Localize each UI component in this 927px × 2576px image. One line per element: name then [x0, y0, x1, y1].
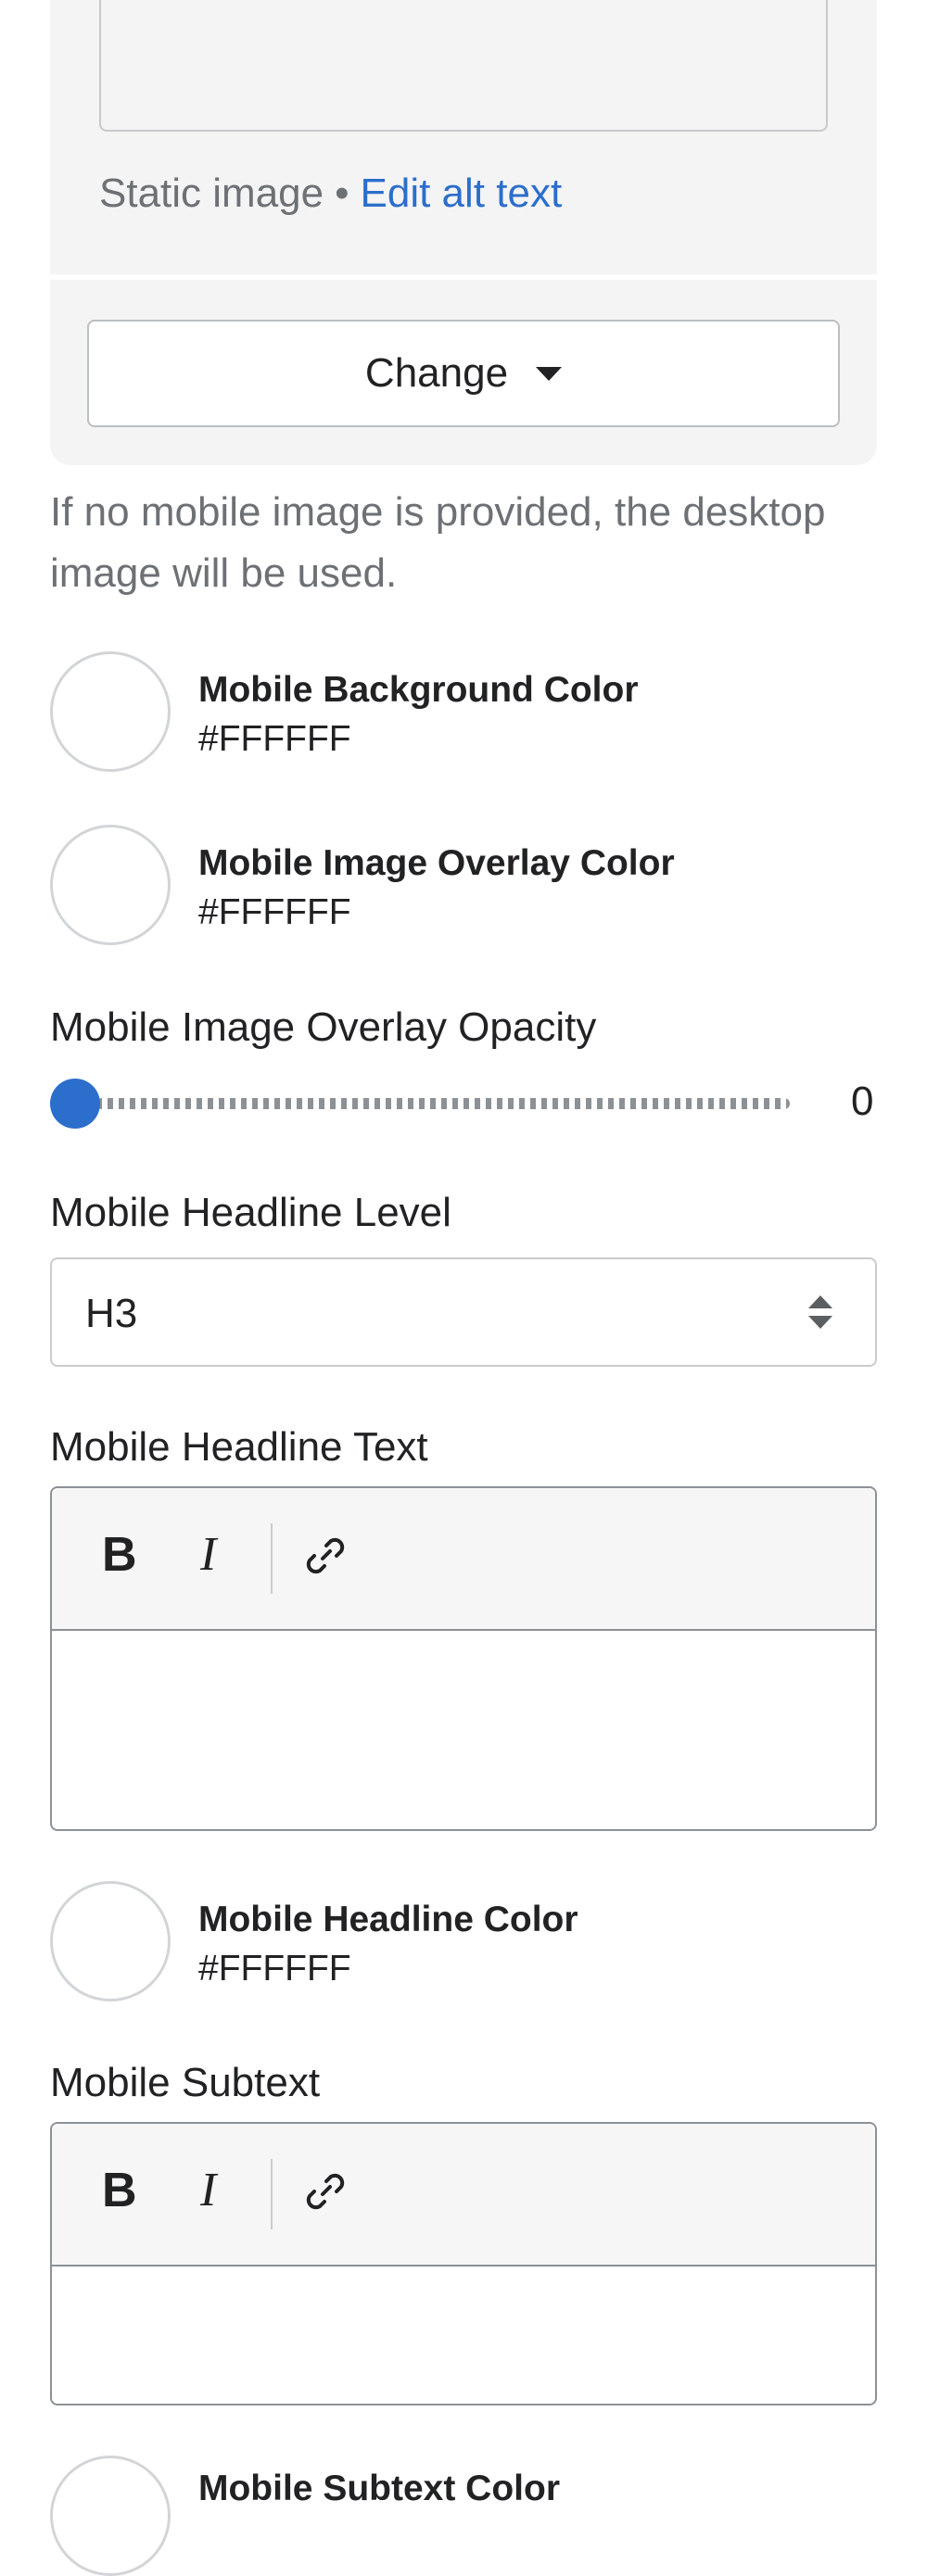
subtext-editor-toolbar: B I — [52, 2124, 875, 2267]
mobile-background-color-swatch[interactable] — [50, 651, 171, 772]
headline-level-label: Mobile Headline Level — [50, 1190, 451, 1235]
link-icon[interactable] — [302, 2168, 349, 2215]
edit-alt-text-link[interactable]: Edit alt text — [361, 170, 563, 216]
mobile-background-color-label: Mobile Background Color — [198, 670, 639, 710]
overlay-opacity-label: Mobile Image Overlay Opacity — [50, 1004, 597, 1050]
headline-level-select[interactable] — [50, 1257, 877, 1367]
mobile-background-color-value: #FFFFFF — [198, 719, 351, 759]
subtext-area[interactable] — [52, 2267, 875, 2404]
caret-down-icon — [536, 366, 563, 381]
image-type-label: Static image — [99, 170, 324, 216]
italic-button[interactable]: I — [200, 1527, 216, 1582]
image-preview[interactable] — [99, 0, 828, 132]
opacity-value: 0 — [851, 1079, 874, 1124]
italic-button[interactable]: I — [200, 2163, 216, 2217]
mobile-overlay-color-label: Mobile Image Overlay Color — [198, 843, 675, 883]
mobile-headline-color-swatch[interactable] — [50, 1881, 171, 2001]
headline-text-editor: B I — [50, 1486, 877, 1831]
change-button-label: Change — [364, 350, 509, 396]
image-meta: Static image • Edit alt text — [99, 170, 562, 217]
opacity-slider-track[interactable] — [96, 1098, 790, 1109]
help-text: If no mobile image is provided, the desk… — [50, 489, 826, 596]
change-button[interactable]: Change — [87, 320, 840, 427]
bold-button[interactable]: B — [102, 2163, 137, 2218]
opacity-slider-thumb[interactable] — [50, 1079, 100, 1129]
toolbar-divider — [271, 2159, 273, 2229]
mobile-subtext-color-label: Mobile Subtext Color — [198, 2469, 560, 2508]
mobile-headline-color-value: #FFFFFF — [198, 1949, 351, 1989]
headline-text-label: Mobile Headline Text — [50, 1424, 428, 1470]
mobile-subtext-color-swatch[interactable] — [50, 2456, 171, 2576]
subtext-editor: B I — [50, 2122, 877, 2406]
mobile-overlay-color-swatch[interactable] — [50, 825, 171, 945]
headline-editor-toolbar: B I — [52, 1488, 875, 1631]
mobile-overlay-color-value: #FFFFFF — [198, 892, 351, 932]
toolbar-divider — [271, 1523, 273, 1594]
meta-separator: • — [335, 170, 349, 216]
bold-button[interactable]: B — [102, 1527, 137, 1583]
select-arrows-icon — [808, 1295, 832, 1329]
mobile-headline-color-label: Mobile Headline Color — [198, 1900, 578, 1939]
subtext-label: Mobile Subtext — [50, 2060, 321, 2105]
headline-text-area[interactable] — [52, 1631, 875, 1829]
headline-level-value: H3 — [85, 1291, 138, 1336]
link-icon[interactable] — [302, 1533, 349, 1579]
